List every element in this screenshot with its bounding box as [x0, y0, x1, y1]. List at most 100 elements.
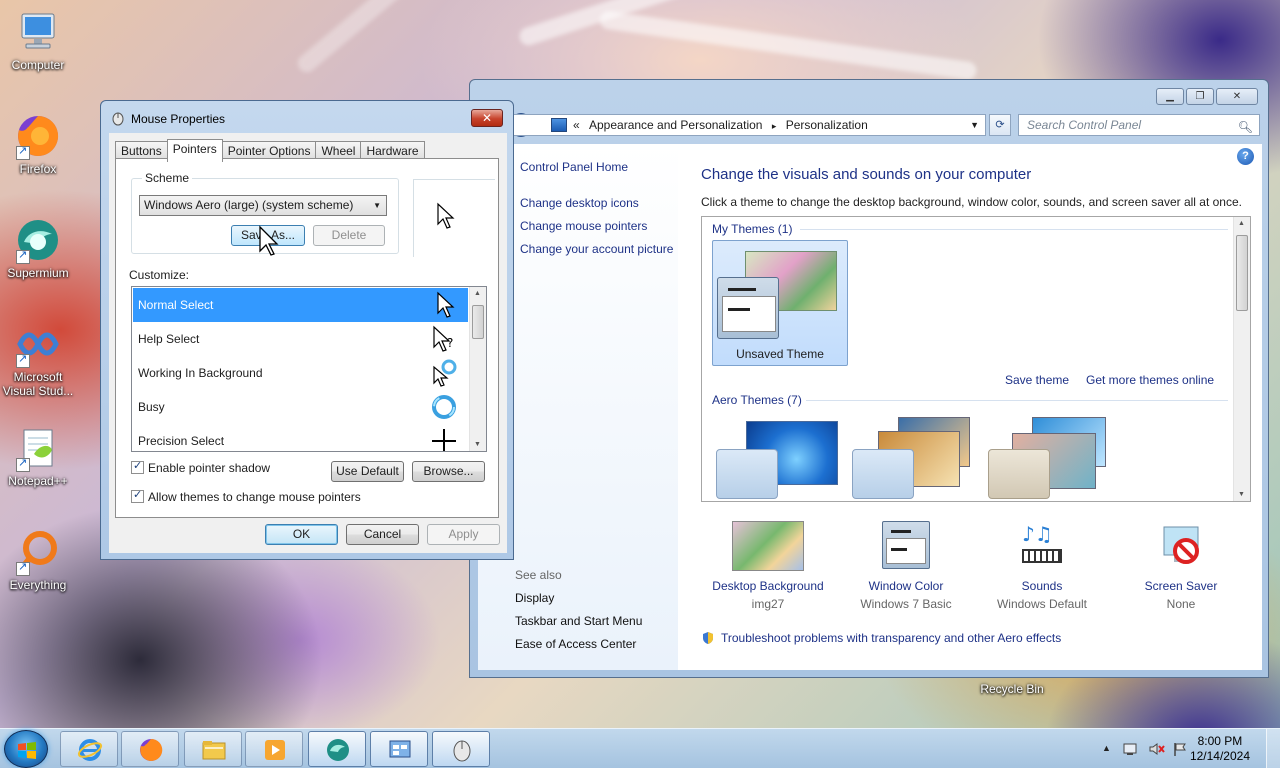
desktop-icon-everything[interactable]: Everything	[0, 528, 76, 592]
scroll-up-icon[interactable]: ▲	[1238, 220, 1245, 227]
pointer-list[interactable]: Normal Select Help Select ? Working In B…	[131, 286, 487, 452]
use-default-button[interactable]: Use Default	[331, 461, 404, 482]
aero-themes-group-label: Aero Themes (7)	[712, 393, 802, 407]
crosshair-cursor-icon	[432, 429, 456, 451]
scroll-up-icon[interactable]: ▲	[474, 290, 481, 297]
window-color-swatch	[717, 277, 779, 339]
clock-time: 8:00 PM	[1197, 734, 1243, 748]
cancel-button[interactable]: Cancel	[346, 524, 419, 545]
close-button[interactable]: ✕	[1216, 88, 1258, 105]
search-placeholder: Search Control Panel	[1027, 118, 1142, 132]
list-item-label: Working In Background	[138, 366, 263, 380]
taskbar-control-panel[interactable]	[370, 731, 428, 767]
dialog-close-button[interactable]: ✕	[471, 109, 503, 127]
list-item-working-in-background[interactable]: Working In Background	[133, 356, 468, 390]
list-item-normal-select[interactable]: Normal Select	[133, 288, 468, 322]
help-icon[interactable]: ?	[1237, 148, 1254, 165]
address-dropdown-icon[interactable]: ▼	[970, 115, 979, 135]
save-theme-link[interactable]: Save theme	[1005, 373, 1069, 387]
checkbox-label: Allow themes to change mouse pointers	[148, 490, 361, 504]
help-cursor-icon: ?	[433, 325, 453, 352]
unsaved-theme-tile[interactable]: Unsaved Theme	[712, 240, 848, 366]
enable-pointer-shadow-checkbox[interactable]: Enable pointer shadow	[131, 459, 270, 475]
get-more-themes-link[interactable]: Get more themes online	[1086, 373, 1214, 387]
pointer-list-scrollbar[interactable]: ▲ ▼	[469, 287, 486, 451]
breadcrumb-separator[interactable]: ▸	[772, 121, 777, 131]
svg-text:?: ?	[447, 336, 453, 350]
sounds-title: Sounds	[1021, 579, 1063, 593]
show-hidden-icons-button[interactable]: ▲	[1102, 743, 1111, 753]
desktop-icon-notepadpp[interactable]: Notepad++	[0, 424, 76, 488]
troubleshoot-link[interactable]: Troubleshoot problems with transparency …	[721, 631, 1061, 645]
desktop-icon-visual-studio[interactable]: Microsoft Visual Stud...	[0, 320, 76, 398]
desktop-icon-firefox[interactable]: Firefox	[0, 112, 76, 176]
taskbar-ie[interactable]	[60, 731, 118, 767]
scheme-select[interactable]: Windows Aero (large) (system scheme) ▼	[139, 195, 387, 216]
browse-button[interactable]: Browse...	[412, 461, 485, 482]
allow-themes-checkbox[interactable]: Allow themes to change mouse pointers	[131, 488, 361, 504]
mouse-icon	[111, 110, 125, 126]
search-icon: 🔍︎	[1237, 120, 1253, 134]
shortcut-arrow-icon	[16, 456, 30, 472]
list-item-help-select[interactable]: Help Select ?	[133, 322, 468, 356]
maximize-button[interactable]: ❐	[1186, 88, 1214, 105]
shortcut-arrow-icon	[16, 560, 30, 576]
link-change-account-picture[interactable]: Change your account picture	[520, 242, 673, 256]
list-item-busy[interactable]: Busy	[133, 390, 468, 424]
scheme-label: Scheme	[142, 171, 193, 185]
scroll-down-icon[interactable]: ▼	[1238, 491, 1245, 498]
scrollbar-thumb[interactable]	[472, 305, 484, 339]
address-bar[interactable]: « Appearance and Personalization ▸ Perso…	[510, 114, 986, 136]
themes-list[interactable]: My Themes (1) Unsaved Theme Save theme G…	[701, 216, 1251, 502]
breadcrumb-appearance[interactable]: Appearance and Personalization	[589, 118, 762, 132]
system-clock[interactable]: 8:00 PM 12/14/2024	[1190, 734, 1250, 764]
screen-saver-item[interactable]: Screen Saver None	[1116, 521, 1246, 611]
scrollbar-thumb[interactable]	[1236, 235, 1248, 311]
control-panel-icon	[551, 118, 567, 132]
network-flag-icon[interactable]	[1172, 741, 1188, 757]
apply-button[interactable]: Apply	[427, 524, 500, 545]
sounds-item[interactable]: ♪♫ Sounds Windows Default	[977, 521, 1107, 611]
window-color-item[interactable]: Window Color Windows 7 Basic	[841, 521, 971, 611]
window-caption-buttons: ▁ ❐ ✕	[1156, 88, 1258, 105]
desktop-background-item[interactable]: Desktop Background img27	[703, 521, 833, 611]
link-taskbar-start-menu[interactable]: Taskbar and Start Menu	[515, 614, 642, 628]
breadcrumb-personalization[interactable]: Personalization	[786, 118, 868, 132]
taskbar-explorer[interactable]	[184, 731, 242, 767]
start-button[interactable]	[4, 730, 48, 768]
ok-button[interactable]: OK	[265, 524, 338, 545]
delete-button[interactable]: Delete	[313, 225, 385, 246]
desktop-icon-supermium[interactable]: Supermium	[0, 216, 76, 280]
minimize-button[interactable]: ▁	[1156, 88, 1184, 105]
dialog-body: Buttons Pointers Pointer Options Wheel H…	[109, 133, 507, 553]
busy-cursor-icon	[432, 395, 456, 419]
visual-studio-icon	[14, 320, 62, 368]
link-change-mouse-pointers[interactable]: Change mouse pointers	[520, 219, 647, 233]
action-center-icon[interactable]	[1122, 741, 1138, 757]
link-control-panel-home[interactable]: Control Panel Home	[520, 160, 628, 174]
themes-scrollbar[interactable]: ▲ ▼	[1233, 217, 1250, 501]
list-item-precision-select[interactable]: Precision Select	[133, 424, 468, 451]
link-change-desktop-icons[interactable]: Change desktop icons	[520, 196, 639, 210]
link-display[interactable]: Display	[515, 591, 554, 605]
taskbar-media-player[interactable]	[245, 731, 303, 767]
taskbar-supermium[interactable]	[308, 731, 366, 767]
desktop-icon-computer[interactable]: Computer	[0, 8, 76, 72]
mouse-icon	[453, 740, 471, 762]
refresh-button[interactable]: ⟳	[989, 114, 1011, 136]
taskbar-firefox[interactable]	[121, 731, 179, 767]
desktop-icon-recycle-bin[interactable]: Recycle Bin	[972, 682, 1052, 696]
show-desktop-button[interactable]	[1266, 729, 1280, 768]
window-color-icon	[882, 521, 930, 569]
volume-muted-icon[interactable]	[1148, 741, 1166, 757]
firefox-icon	[14, 112, 62, 160]
scroll-down-icon[interactable]: ▼	[474, 441, 481, 448]
desktop-icon-label: Firefox	[19, 162, 57, 176]
link-ease-of-access[interactable]: Ease of Access Center	[515, 637, 636, 651]
tab-pointers[interactable]: Pointers	[166, 139, 223, 162]
working-cursor-icon	[433, 359, 457, 387]
search-input[interactable]: Search Control Panel 🔍︎	[1018, 114, 1260, 136]
dialog-title: Mouse Properties	[131, 112, 226, 126]
desktop-background-value: img27	[751, 597, 785, 611]
taskbar-mouse-properties[interactable]	[432, 731, 490, 767]
